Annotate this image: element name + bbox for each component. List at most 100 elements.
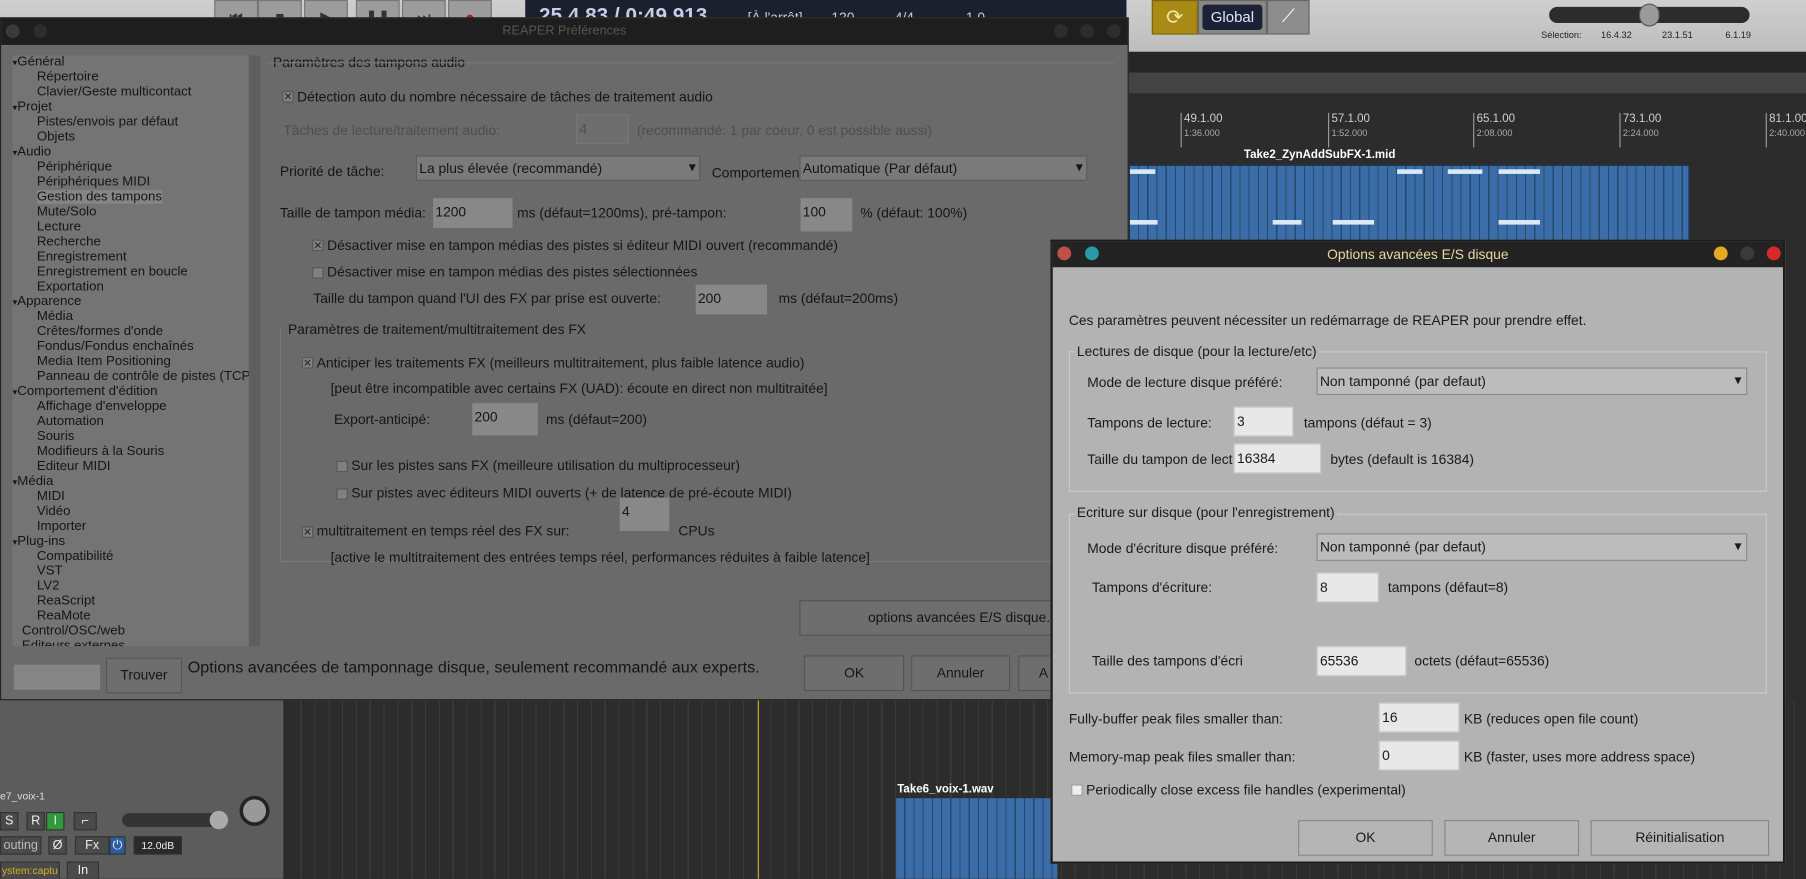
tree-item[interactable]: Enregistrement [37, 250, 127, 264]
tree-item[interactable]: Vidéo [37, 504, 71, 518]
tree-category[interactable]: ▾Projet [13, 100, 52, 114]
envelope-icon[interactable]: ⌐ [73, 812, 97, 831]
anticipate-checkbox[interactable]: ✕ [301, 357, 314, 369]
ok-button[interactable]: OK [1298, 820, 1433, 856]
minimize-icon[interactable] [1713, 246, 1728, 261]
export-input[interactable]: 200 [472, 403, 538, 436]
cancel-button[interactable]: Annuler [1444, 820, 1580, 856]
tree-category[interactable]: ▾Média [13, 475, 54, 489]
priority-select[interactable]: La plus élevée (recommandé) [415, 155, 701, 181]
realtime-cpus-input[interactable]: 4 [619, 497, 670, 531]
tree-item[interactable]: Crêtes/formes d'onde [37, 325, 163, 339]
tree-item[interactable]: Mute/Solo [37, 205, 97, 219]
fx-button[interactable]: Fx [74, 836, 110, 855]
close-icon[interactable] [1106, 24, 1121, 39]
phase-button[interactable]: Ø [48, 836, 67, 855]
write-size-input[interactable]: 65536 [1316, 646, 1407, 677]
tree-item[interactable]: Panneau de contrôle de pistes (TCP) [37, 370, 249, 384]
read-mode-select[interactable]: Non tamponné (par defaut) [1316, 367, 1748, 396]
tree-item[interactable]: ReaScript [37, 594, 95, 608]
tree-item[interactable]: Importer [37, 519, 86, 533]
pin-icon[interactable] [1084, 246, 1099, 261]
volume-fader-handle[interactable] [209, 810, 229, 830]
tree-item[interactable]: LV2 [37, 579, 60, 593]
realtime-checkbox[interactable]: ✕ [301, 526, 314, 538]
tree-item[interactable]: Automation [37, 415, 104, 429]
fx-power-icon[interactable]: ⏻ [109, 836, 126, 855]
tree-item[interactable]: Média [37, 310, 73, 324]
memory-map-input[interactable]: 0 [1378, 740, 1460, 771]
pin-icon[interactable] [33, 24, 48, 39]
tree-item[interactable]: Editeur MIDI [37, 460, 111, 474]
minimize-icon[interactable] [1053, 24, 1068, 39]
tree-item[interactable]: MIDI [37, 490, 65, 504]
audio-item[interactable] [896, 798, 1058, 879]
routing-button[interactable]: outing [0, 836, 42, 855]
tree-category[interactable]: Control/OSC/web [22, 624, 125, 638]
tree-item[interactable]: Gestion des tampons [36, 190, 163, 204]
envelope-icon[interactable]: ⟋ [1266, 0, 1310, 35]
no-fx-checkbox[interactable] [336, 460, 348, 473]
read-size-input[interactable]: 16384 [1233, 443, 1322, 474]
tree-item[interactable]: VST [37, 564, 63, 578]
tree-item[interactable]: Enregistrement en boucle [37, 265, 188, 279]
tree-item[interactable]: Media Item Positioning [37, 355, 171, 369]
tree-category[interactable]: ▾Apparence [13, 295, 82, 309]
auto-detect-checkbox[interactable]: ✕ [282, 90, 294, 103]
tree-item[interactable]: Répertoire [37, 70, 99, 84]
tree-item[interactable]: Recherche [37, 235, 101, 249]
reset-button[interactable]: Réinitialisation [1590, 820, 1770, 856]
input-button[interactable]: In [66, 861, 100, 879]
tree-item[interactable]: Modifieurs à la Souris [37, 445, 164, 459]
close-icon[interactable] [1766, 246, 1781, 261]
tree-item[interactable]: Lecture [37, 220, 81, 234]
tree-item[interactable]: Pistes/envois par défaut [37, 115, 178, 129]
cancel-button[interactable]: Annuler [911, 655, 1011, 692]
search-input[interactable] [12, 663, 102, 692]
tree-item[interactable]: ReaMote [37, 609, 91, 623]
global-automation-button[interactable]: Global [1197, 0, 1267, 35]
write-mode-select[interactable]: Non tamponné (par defaut) [1316, 533, 1748, 561]
find-button[interactable]: Trouver [105, 657, 182, 694]
record-arm-button[interactable]: R [26, 812, 45, 831]
midi-editors-checkbox[interactable] [336, 488, 348, 500]
ok-button[interactable]: OK [803, 655, 905, 692]
behavior-select[interactable]: Automatique (Par défaut) [799, 155, 1088, 181]
preferences-tree[interactable]: ▾Général Répertoire Clavier/Geste multicon… [12, 55, 261, 647]
tree-item[interactable]: Exportation [37, 280, 104, 294]
midi-item[interactable] [1128, 164, 1690, 248]
fully-buffer-input[interactable]: 16 [1378, 702, 1460, 733]
tree-category[interactable]: ▾Général [13, 55, 65, 69]
prebuffer-input[interactable]: 100 [800, 198, 853, 232]
solo-button[interactable]: S [0, 812, 19, 831]
read-buffers-input[interactable]: 3 [1233, 406, 1294, 437]
tree-category[interactable]: ▾Comportement d'édition [13, 385, 158, 399]
fxui-input[interactable]: 200 [695, 284, 768, 315]
close-handles-checkbox[interactable] [1071, 784, 1083, 796]
tree-category[interactable]: ▾Plug-ins [13, 534, 65, 548]
loop-toggle-icon[interactable]: ⟳ [1151, 0, 1198, 35]
tree-item[interactable]: Compatibilité [37, 549, 114, 563]
tree-item[interactable]: Souris [37, 430, 75, 444]
tree-category[interactable]: Editeurs externes [22, 639, 125, 646]
disable-midi-checkbox[interactable]: ✕ [312, 239, 324, 252]
slider-handle[interactable] [1638, 3, 1660, 27]
tree-category[interactable]: ▾Audio [13, 145, 52, 159]
pan-knob[interactable] [239, 795, 270, 826]
tasks-input[interactable]: 4 [575, 114, 629, 144]
disable-selected-checkbox[interactable] [312, 267, 324, 279]
tree-item[interactable]: Clavier/Geste multicontact [37, 85, 192, 99]
write-buffers-input[interactable]: 8 [1316, 572, 1379, 603]
maximize-icon[interactable] [1740, 246, 1755, 261]
input-monitor-button[interactable]: I [46, 812, 65, 831]
tree-item[interactable]: Fondus/Fondus enchaînés [37, 340, 194, 354]
media-buffer-input[interactable]: 1200 [433, 198, 513, 229]
input-source[interactable]: ystem:captu [0, 861, 60, 879]
maximize-icon[interactable] [1080, 24, 1095, 39]
track-name[interactable]: e7_voix-1 [0, 790, 45, 802]
tree-item[interactable]: Périphériques MIDI [37, 175, 150, 189]
timeline-ruler[interactable]: 49.1.00 1:36.000 57.1.00 1:52.000 65.1.00 2… [1128, 109, 1806, 162]
tree-item[interactable]: Objets [37, 130, 75, 144]
tree-item[interactable]: Affichage d'enveloppe [37, 400, 167, 414]
tree-item[interactable]: Périphérique [37, 160, 112, 174]
